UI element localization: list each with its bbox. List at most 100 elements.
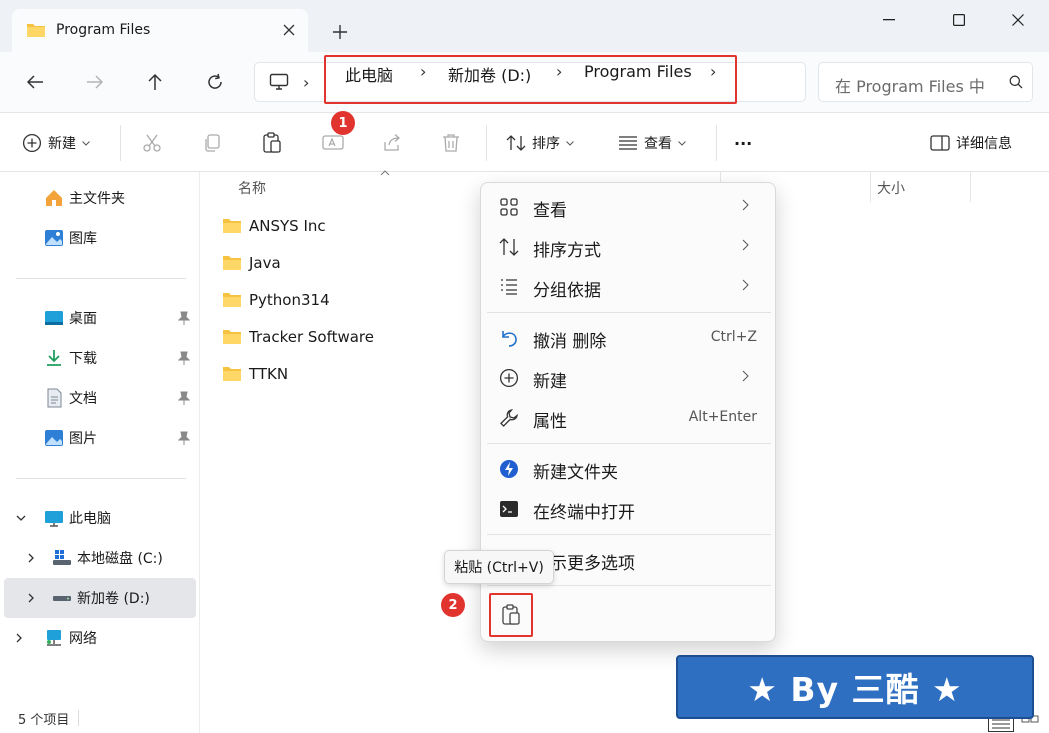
chevron-right-icon	[16, 633, 22, 643]
context-paste-button[interactable]	[489, 593, 533, 637]
details-pane-button[interactable]: 详细信息	[930, 127, 1012, 159]
desktop-icon	[45, 311, 63, 325]
sidebar-item-pictures[interactable]: 图片	[0, 420, 200, 456]
sidebar-item-gallery[interactable]: 图库	[0, 220, 200, 256]
delete-icon[interactable]	[442, 127, 460, 159]
menu-item-open-in-terminal[interactable]: 在终端中打开	[487, 489, 771, 529]
folder-icon	[223, 256, 241, 270]
terminal-icon	[500, 501, 518, 517]
search-icon[interactable]	[999, 63, 1032, 101]
search-placeholder: 在 Program Files 中	[835, 77, 985, 96]
sort-ascending-icon	[380, 170, 390, 176]
minimize-icon[interactable]	[866, 6, 912, 34]
back-arrow-icon[interactable]	[18, 66, 52, 98]
sidebar-item-this-pc[interactable]: 此电脑	[0, 500, 200, 536]
sidebar-item-network[interactable]: 网络	[0, 620, 200, 656]
author-banner: ★ By 三酷 ★	[676, 655, 1034, 719]
group-list-icon	[501, 279, 517, 295]
sidebar-item-new-volume[interactable]: 新加卷 (D:)	[0, 580, 200, 616]
new-tab-icon[interactable]	[328, 20, 352, 44]
paste-icon	[502, 604, 520, 625]
grid-view-icon	[500, 198, 518, 216]
forward-arrow-icon[interactable]	[78, 66, 112, 98]
sidebar-item-home[interactable]: 主文件夹	[0, 180, 200, 216]
column-header-name[interactable]: 名称	[238, 178, 266, 198]
sidebar-item-documents[interactable]: 文档	[0, 380, 200, 416]
column-divider[interactable]	[870, 172, 871, 202]
close-window-icon[interactable]	[995, 6, 1041, 34]
breadcrumb-program-files[interactable]: Program Files	[584, 62, 692, 81]
paste-tooltip: 粘贴 (Ctrl+V)	[444, 550, 554, 584]
breadcrumb-this-pc[interactable]: 此电脑	[345, 62, 393, 86]
copy-icon[interactable]	[202, 127, 222, 159]
view-button-label: 查看	[644, 136, 672, 152]
toolbar-divider	[120, 125, 121, 161]
breadcrumb-new-volume[interactable]: 新加卷 (D:)	[448, 62, 531, 86]
chevron-right-icon	[742, 370, 749, 382]
chevron-right-icon: ›	[303, 73, 310, 92]
list-view-icon	[619, 136, 637, 150]
undo-icon	[502, 331, 517, 347]
navigation-bar: › 此电脑 › 新加卷 (D:) › Program Files › 在 Pro…	[0, 52, 1049, 112]
status-divider	[78, 710, 79, 726]
cut-icon[interactable]	[142, 127, 162, 159]
pin-icon	[178, 431, 190, 445]
menu-divider	[487, 585, 771, 586]
menu-divider	[487, 534, 771, 535]
chevron-right-icon: ›	[556, 62, 563, 81]
chevron-down-icon	[566, 140, 574, 146]
column-header-size[interactable]: 大小	[877, 178, 905, 198]
folder-icon	[26, 21, 46, 39]
new-button-label: 新建	[48, 136, 76, 152]
item-count: 5 个项目	[18, 713, 70, 728]
shortcut-ctrl-z: Ctrl+Z	[710, 329, 757, 345]
chevron-down-icon	[82, 140, 90, 146]
toolbar-divider	[716, 125, 717, 161]
chevron-right-icon	[742, 239, 749, 251]
file-row-java[interactable]: Java	[222, 248, 281, 278]
sort-icon	[499, 238, 519, 256]
menu-item-properties[interactable]: 属性 Alt+Enter	[487, 398, 771, 438]
wrench-icon	[500, 409, 518, 427]
menu-item-sort-by[interactable]: 排序方式	[487, 227, 771, 267]
up-arrow-icon[interactable]	[138, 66, 172, 98]
paste-icon[interactable]	[262, 127, 282, 159]
file-row-tracker-software[interactable]: Tracker Software	[222, 322, 374, 352]
new-button[interactable]: 新建	[22, 127, 90, 159]
maximize-icon[interactable]	[936, 6, 982, 34]
refresh-icon[interactable]	[198, 66, 232, 98]
menu-item-new[interactable]: 新建	[487, 358, 771, 398]
shortcut-alt-enter: Alt+Enter	[688, 409, 757, 425]
menu-item-view[interactable]: 查看	[487, 187, 771, 227]
view-button[interactable]: 查看	[618, 127, 686, 159]
menu-item-new-folder[interactable]: 新建文件夹	[487, 449, 771, 489]
tab-close-icon[interactable]	[278, 19, 300, 41]
sidebar-item-downloads[interactable]: 下载	[0, 340, 200, 376]
chevron-right-icon[interactable]: ›	[710, 62, 716, 81]
pin-icon	[178, 391, 190, 405]
column-divider[interactable]	[970, 172, 971, 202]
more-options-button[interactable]: ···	[734, 127, 752, 159]
sidebar-item-desktop[interactable]: 桌面	[0, 300, 200, 336]
file-row-python314[interactable]: Python314	[222, 285, 330, 315]
sort-button[interactable]: 排序	[506, 127, 574, 159]
pin-icon	[178, 351, 190, 365]
chevron-right-icon: ›	[420, 62, 427, 81]
menu-item-group-by[interactable]: 分组依据	[487, 267, 771, 307]
menu-item-undo-delete[interactable]: 撤消 删除 Ctrl+Z	[487, 318, 771, 358]
sidebar-item-local-disk[interactable]: 本地磁盘 (C:)	[0, 540, 200, 576]
drive-c-icon	[53, 550, 71, 565]
step-badge-2: 2	[441, 593, 465, 617]
bolt-circle-icon	[500, 460, 518, 478]
menu-divider	[487, 443, 771, 444]
sort-icon	[506, 135, 526, 151]
search-input[interactable]: 在 Program Files 中	[818, 62, 1033, 102]
sidebar-divider	[16, 478, 186, 479]
file-row-ansys[interactable]: ANSYS Inc	[222, 211, 326, 241]
chevron-down-icon	[678, 140, 686, 146]
file-row-ttkn[interactable]: TTKN	[222, 359, 288, 389]
sort-button-label: 排序	[532, 136, 560, 152]
tab-program-files[interactable]: Program Files	[12, 9, 308, 52]
share-icon[interactable]	[382, 127, 402, 159]
chevron-right-icon	[742, 199, 749, 211]
